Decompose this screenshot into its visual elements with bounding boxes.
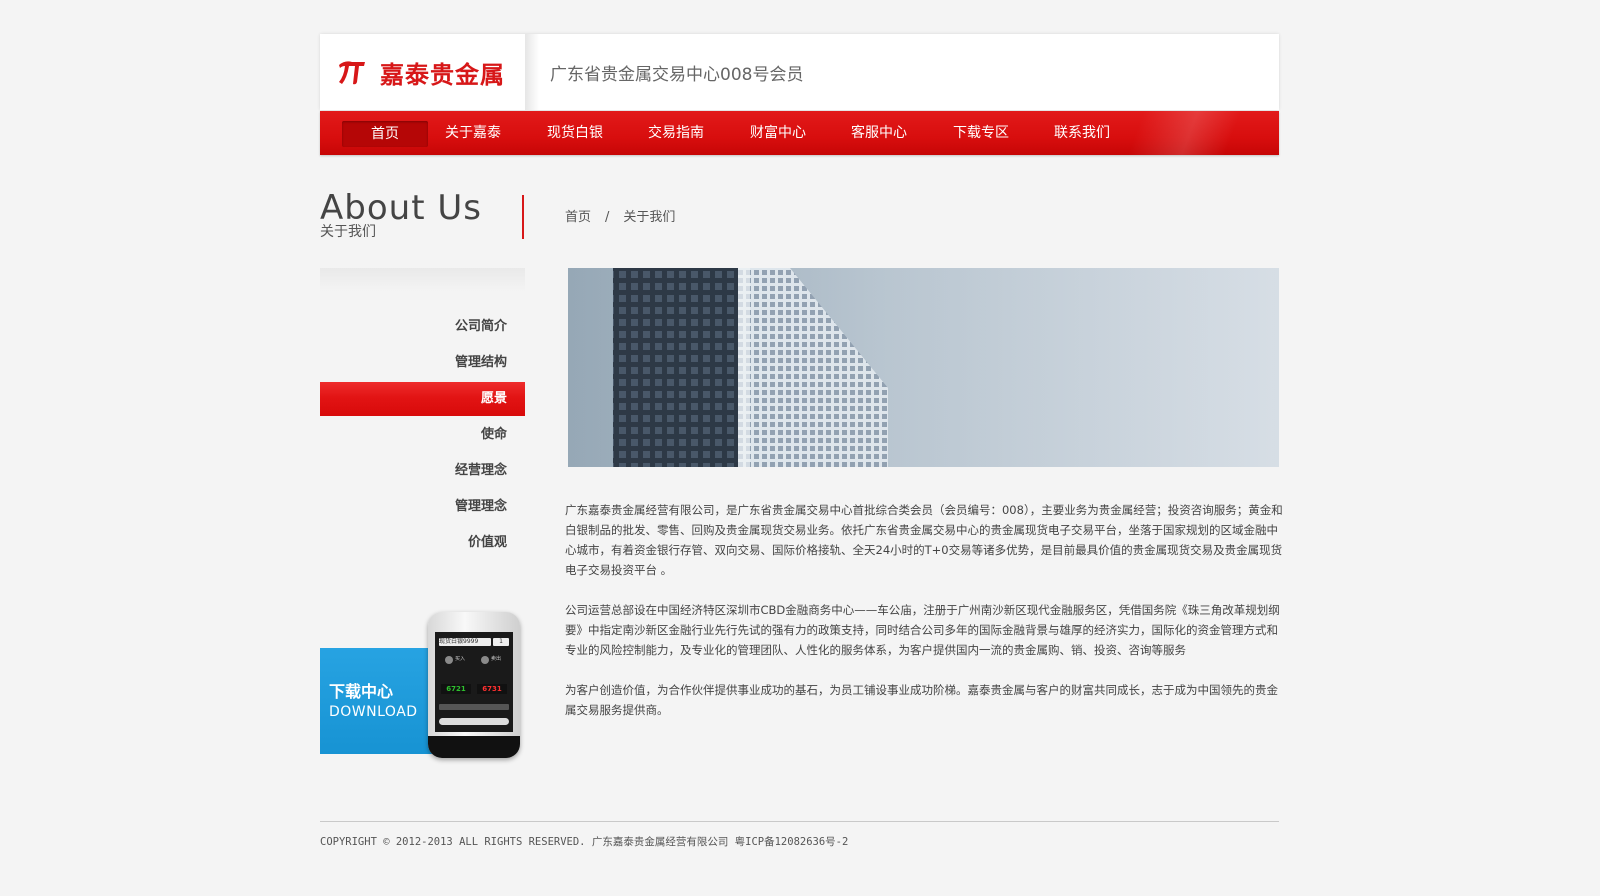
phone-slider [439,718,509,725]
nav-item-download[interactable]: 下载专区 [938,111,1024,155]
download-title: 下载中心 [329,682,394,701]
phone-option-row [439,704,509,710]
about-content: 广东嘉泰贵金属经营有限公司，是广东省贵金属交易中心首批综合类会员（会员编号：00… [565,500,1283,740]
logo-text: 嘉泰贵金属 [380,60,505,89]
phone-sell-label: 卖出 [491,656,502,662]
side-item-values[interactable]: 价值观 [320,526,525,560]
download-subtitle: DOWNLOAD [329,704,418,720]
phone-price-buy: 6721 [441,684,471,694]
breadcrumb: 首页 / 关于我们 [565,206,681,225]
side-item-profile[interactable]: 公司简介 [320,310,525,344]
download-banner[interactable]: 下载中心 DOWNLOAD 现货白银9999 1 买入 卖出 6721 6731 [320,590,525,762]
side-item-vision[interactable]: 愿景 [320,382,525,416]
breadcrumb-current: 关于我们 [623,210,676,225]
breadcrumb-separator: / [605,210,610,225]
nav-item-service[interactable]: 客服中心 [836,111,922,155]
section-subtitle: 关于我们 [320,224,376,240]
footer-divider [320,821,1279,822]
phone-image: 现货白银9999 1 买入 卖出 6721 6731 [428,612,520,758]
side-item-business-philosophy[interactable]: 经营理念 [320,454,525,488]
main-nav: 首页 关于嘉泰 现货白银 交易指南 财富中心 客服中心 下载专区 联系我们 [320,111,1279,155]
breadcrumb-home[interactable]: 首页 [565,210,591,225]
side-item-structure[interactable]: 管理结构 [320,346,525,380]
content-paragraph: 公司运营总部设在中国经济特区深圳市CBD金融商务中心——车公庙，注册于广州南沙新… [565,603,1280,657]
phone-product-field: 现货白银9999 [439,638,491,646]
side-menu: 公司简介 管理结构 愿景 使命 经营理念 管理理念 价值观 [320,268,525,568]
building-illustration [568,268,1279,467]
nav-item-contact[interactable]: 联系我们 [1039,111,1125,155]
nav-item-about[interactable]: 关于嘉泰 [430,111,516,155]
title-divider [522,195,524,239]
phone-qty-field: 1 [493,638,509,646]
nav-item-wealth[interactable]: 财富中心 [735,111,821,155]
phone-sell-dot-icon [481,656,489,664]
content-paragraph: 为客户创造价值，为合作伙伴提供事业成功的基石，为员工铺设事业成功阶梯。嘉泰贵金属… [565,683,1278,717]
nav-item-silver[interactable]: 现货白银 [532,111,618,155]
logo[interactable]: 嘉泰贵金属 [336,54,505,90]
phone-buy-label: 买入 [455,656,466,662]
hero-building-image [568,268,1279,467]
site-header: 嘉泰贵金属 广东省贵金属交易中心008号会员 [320,34,1279,110]
phone-screen: 现货白银9999 1 买入 卖出 6721 6731 [435,632,513,732]
phone-buy-dot-icon [445,656,453,664]
nav-item-guide[interactable]: 交易指南 [633,111,719,155]
nav-item-home[interactable]: 首页 [342,121,428,147]
pi-logo-icon [339,61,365,85]
phone-price-sell: 6731 [477,684,507,694]
side-item-mission[interactable]: 使命 [320,418,525,452]
footer-copyright: COPYRIGHT © 2012-2013 ALL RIGHTS RESERVE… [320,836,849,848]
side-item-management-philosophy[interactable]: 管理理念 [320,490,525,524]
page: 嘉泰贵金属 广东省贵金属交易中心008号会员 首页 关于嘉泰 现货白银 交易指南… [0,0,1600,896]
logo-divider [525,34,539,110]
content-paragraph: 广东嘉泰贵金属经营有限公司，是广东省贵金属交易中心首批综合类会员（会员编号：00… [565,503,1283,577]
header-slogan: 广东省贵金属交易中心008号会员 [550,65,804,85]
phone-bottom [428,736,520,758]
